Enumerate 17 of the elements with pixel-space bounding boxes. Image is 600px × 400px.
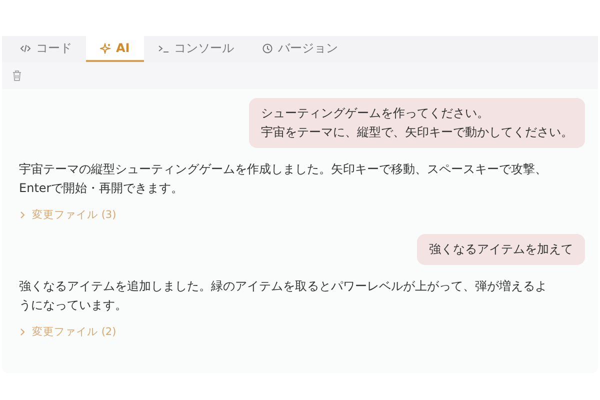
code-icon (20, 42, 31, 54)
user-message: シューティングゲームを作ってください。 宇宙をテーマに、縦型で、矢印キーで動かしてください。 (249, 98, 585, 148)
history-icon (262, 42, 273, 54)
chevron-icon (19, 211, 26, 219)
changed-files-toggle[interactable]: 変更ファイル (3) (19, 208, 116, 222)
tab[interactable]: AI (86, 36, 144, 62)
user-message: 強くなるアイテムを加えて (417, 234, 585, 265)
trash-icon[interactable] (12, 70, 22, 81)
assistant-message: 強くなるアイテムを追加しました。緑のアイテムを取るとパワーレベルが上がって、弾が増えるようになっています。 (19, 278, 548, 314)
terminal-icon (158, 42, 169, 54)
tab[interactable]: バージョン (248, 36, 352, 62)
tab[interactable]: コード (6, 36, 86, 62)
chevron-icon (19, 328, 26, 336)
assistant-message: 宇宙テーマの縦型シューティングゲームを作成しました。矢印キーで移動、スペースキーで攻撃、Enterで開始・再開できます。 (19, 161, 548, 197)
tab[interactable]: コンソール (144, 36, 248, 62)
changed-files-toggle[interactable]: 変更ファイル (2) (19, 325, 116, 339)
sparkle-icon (100, 42, 111, 54)
